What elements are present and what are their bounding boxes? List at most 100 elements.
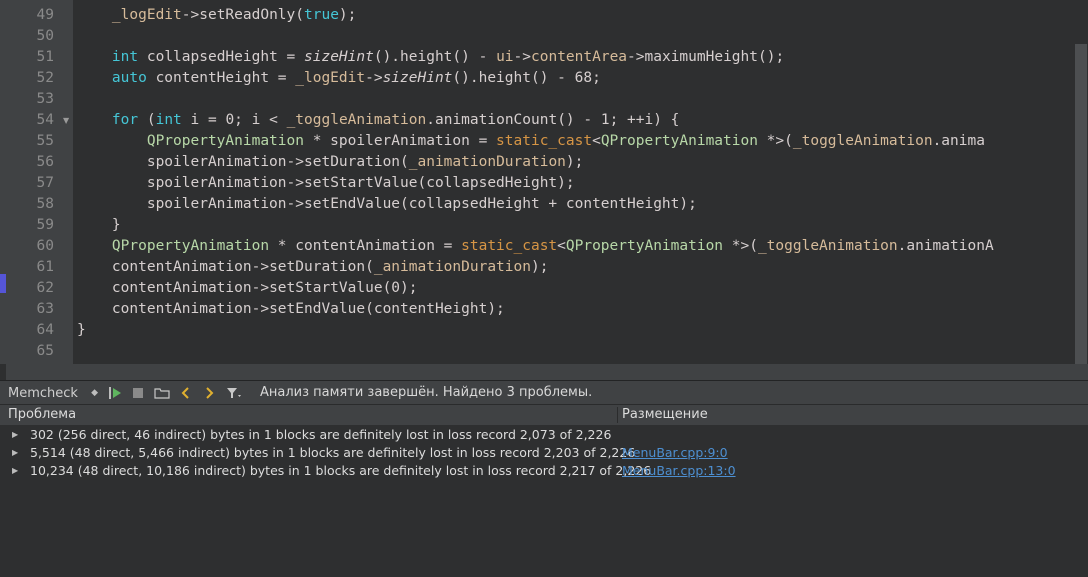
code-token: * contentAnimation = bbox=[269, 238, 462, 254]
code-line: for (int i = 0; i < _toggleAnimation.ani… bbox=[77, 110, 680, 131]
code-token: collapsedHeight = bbox=[138, 49, 304, 65]
line-number: 64 bbox=[36, 322, 54, 338]
filter-icon[interactable] bbox=[224, 384, 244, 402]
code-token: _logEdit bbox=[111, 7, 182, 23]
code-token: contentAnimation bbox=[111, 301, 252, 317]
code-token: .animationCount() - 1; ++i) { bbox=[426, 112, 680, 128]
ide-window: 49 50 51 52 53 54 ▼ 55 56 57 58 59 60 61 62 63 64 65 _log… bbox=[0, 0, 1088, 577]
code-line: QPropertyAnimation * contentAnimation = … bbox=[77, 236, 994, 257]
expand-arrow-icon[interactable]: ▶ bbox=[12, 426, 18, 444]
code-line: contentAnimation->setEndValue(contentHei… bbox=[77, 299, 505, 320]
code-token: ui bbox=[496, 49, 514, 65]
code-editor[interactable]: 49 50 51 52 53 54 ▼ 55 56 57 58 59 60 61 62 63 64 65 _log… bbox=[0, 0, 1088, 364]
code-token: contentHeight = bbox=[146, 70, 296, 86]
code-token: contentAnimation bbox=[111, 280, 252, 296]
tool-select-value: Memcheck bbox=[8, 385, 78, 401]
open-folder-icon[interactable] bbox=[153, 384, 171, 402]
column-header-location[interactable]: Размещение bbox=[622, 405, 708, 425]
code-token: -> bbox=[286, 196, 304, 212]
code-token: spoilerAnimation bbox=[146, 196, 287, 212]
problem-text: 302 (256 direct, 46 indirect) bytes in 1… bbox=[30, 427, 612, 442]
fold-arrow-icon[interactable]: ▼ bbox=[63, 110, 73, 131]
column-divider[interactable] bbox=[617, 407, 618, 423]
table-row[interactable]: ▶ 302 (256 direct, 46 indirect) bytes in… bbox=[0, 426, 1088, 444]
code-line: QPropertyAnimation * spoilerAnimation = … bbox=[77, 131, 985, 152]
code-line: } bbox=[77, 320, 86, 341]
code-token: static_cast bbox=[461, 238, 558, 254]
vertical-scrollbar-thumb[interactable] bbox=[1075, 44, 1087, 364]
code-token: _toggleAnimation bbox=[286, 112, 427, 128]
run-icon[interactable] bbox=[106, 384, 124, 402]
location-link[interactable]: MenuBar.cpp:9:0 bbox=[622, 444, 728, 462]
code-line: auto contentHeight = _logEdit->sizeHint(… bbox=[77, 68, 601, 89]
table-header: Проблема Размещение bbox=[0, 404, 1088, 425]
expand-arrow-icon[interactable]: ▶ bbox=[12, 462, 18, 480]
code-token: -> bbox=[251, 259, 270, 275]
line-number: 63 bbox=[36, 301, 54, 317]
code-token: ().height() - 68; bbox=[452, 70, 601, 86]
code-token: auto bbox=[111, 70, 147, 86]
code-token: _animationDuration bbox=[408, 154, 566, 170]
problem-text: 5,514 (48 direct, 5,466 indirect) bytes … bbox=[30, 445, 636, 460]
line-number: 62 bbox=[36, 280, 54, 296]
code-token: sizeHint bbox=[382, 70, 453, 86]
code-token: ); bbox=[338, 7, 357, 23]
code-token: spoilerAnimation bbox=[146, 154, 287, 170]
code-line: spoilerAnimation->setEndValue(collapsedH… bbox=[77, 194, 697, 215]
code-token: contentAnimation bbox=[111, 259, 252, 275]
line-number-gutter: 49 50 51 52 53 54 ▼ 55 56 57 58 59 60 61 62 63 64 65 bbox=[6, 0, 73, 364]
code-token: .animationA bbox=[897, 238, 994, 254]
code-token: -> bbox=[627, 49, 645, 65]
line-number: 50 bbox=[36, 28, 54, 44]
code-token: QPropertyAnimation bbox=[565, 238, 724, 254]
table-row[interactable]: ▶ 10,234 (48 direct, 10,186 indirect) by… bbox=[0, 462, 1088, 480]
line-number: 55 bbox=[36, 133, 54, 149]
code-token: ( bbox=[138, 112, 156, 128]
code-token: -> bbox=[251, 280, 270, 296]
code-token: QPropertyAnimation bbox=[111, 238, 270, 254]
code-token: for bbox=[111, 112, 139, 128]
code-token: QPropertyAnimation bbox=[600, 133, 758, 149]
expand-arrow-icon[interactable]: ▶ bbox=[12, 444, 18, 462]
code-area[interactable]: _logEdit->setReadOnly(true); int collaps… bbox=[73, 0, 1088, 364]
prev-icon[interactable] bbox=[177, 384, 195, 402]
vertical-scrollbar[interactable] bbox=[1074, 0, 1088, 364]
code-token: * spoilerAnimation = bbox=[303, 133, 497, 149]
code-token: maximumHeight(); bbox=[644, 49, 785, 65]
code-line: int collapsedHeight = sizeHint().height(… bbox=[77, 47, 784, 68]
tool-select[interactable]: Memcheck ◆ bbox=[4, 384, 104, 402]
code-token: -> bbox=[513, 49, 531, 65]
horizontal-scrollbar[interactable] bbox=[6, 364, 1088, 380]
code-token: static_cast bbox=[496, 133, 593, 149]
memcheck-pane: Memcheck ◆ Анализ памяти завершён. Найде… bbox=[0, 380, 1088, 577]
status-message: Анализ памяти завершён. Найдено 3 пробле… bbox=[260, 385, 593, 400]
code-token: setEndValue(collapsedHeight + contentHei… bbox=[304, 196, 697, 212]
code-token: _toggleAnimation bbox=[757, 238, 898, 254]
line-number: 57 bbox=[36, 175, 54, 191]
problem-text: 10,234 (48 direct, 10,186 indirect) byte… bbox=[30, 463, 652, 478]
code-token: < bbox=[592, 133, 601, 149]
code-line: spoilerAnimation->setDuration(_animation… bbox=[77, 152, 584, 173]
line-number: 49 bbox=[36, 7, 54, 23]
location-link[interactable]: MenuBar.cpp:13:0 bbox=[622, 462, 736, 480]
next-icon[interactable] bbox=[200, 384, 218, 402]
code-line: contentAnimation->setDuration(_animation… bbox=[77, 257, 549, 278]
code-token: QPropertyAnimation bbox=[146, 133, 304, 149]
table-row[interactable]: ▶ 5,514 (48 direct, 5,466 indirect) byte… bbox=[0, 444, 1088, 462]
stop-icon[interactable] bbox=[129, 384, 147, 402]
code-line: contentAnimation->setStartValue(0); bbox=[77, 278, 418, 299]
column-header-problem[interactable]: Проблема bbox=[8, 405, 76, 425]
code-token: setDuration( bbox=[269, 259, 374, 275]
code-token: setEndValue(contentHeight); bbox=[269, 301, 505, 317]
code-token: -> bbox=[251, 301, 270, 317]
chevron-updown-icon: ◆ bbox=[91, 388, 98, 398]
